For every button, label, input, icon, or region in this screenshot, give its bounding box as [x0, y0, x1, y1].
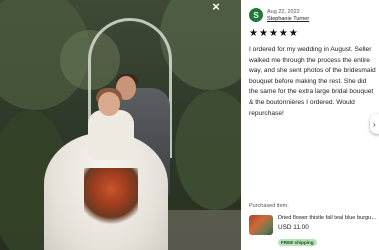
item-price: USD 11.00 — [278, 224, 309, 231]
star-icon: ★ — [249, 28, 258, 39]
item-title[interactable]: Dried flower thistle fall teal blue burg… — [278, 215, 378, 221]
chevron-right-icon: › — [373, 119, 376, 129]
review-date: Aug 22, 2022 — [267, 9, 300, 15]
avatar-letter: S — [253, 10, 259, 20]
avatar: S — [249, 8, 263, 22]
purchased-item-link[interactable]: Dried flower thistle fall teal blue burg… — [249, 215, 379, 246]
purchased-item-label: Purchased item: — [249, 203, 289, 209]
close-button[interactable]: × — [203, 0, 229, 14]
item-thumbnail[interactable] — [249, 215, 273, 235]
review-panel: S Aug 22, 2022 Stephanie Turner ★ ★ ★ ★ … — [241, 0, 379, 250]
star-icon: ★ — [258, 28, 268, 39]
review-photo-modal: × S Aug 22, 2022 Stephanie Turner ★ ★ ★ … — [0, 0, 379, 250]
star-icon: ★ — [288, 28, 298, 39]
next-review-button[interactable]: › — [370, 114, 379, 134]
close-icon: × — [212, 0, 220, 14]
star-icon: ★ — [278, 28, 288, 39]
review-photo — [0, 0, 241, 250]
review-text: I ordered for my wedding in August. Sell… — [249, 46, 376, 117]
free-shipping-badge: FREE shipping — [278, 239, 317, 246]
reviewer-name-link[interactable]: Stephanie Turner — [267, 16, 309, 22]
star-icon: ★ — [268, 28, 278, 39]
star-rating: ★ ★ ★ ★ ★ — [249, 29, 298, 39]
